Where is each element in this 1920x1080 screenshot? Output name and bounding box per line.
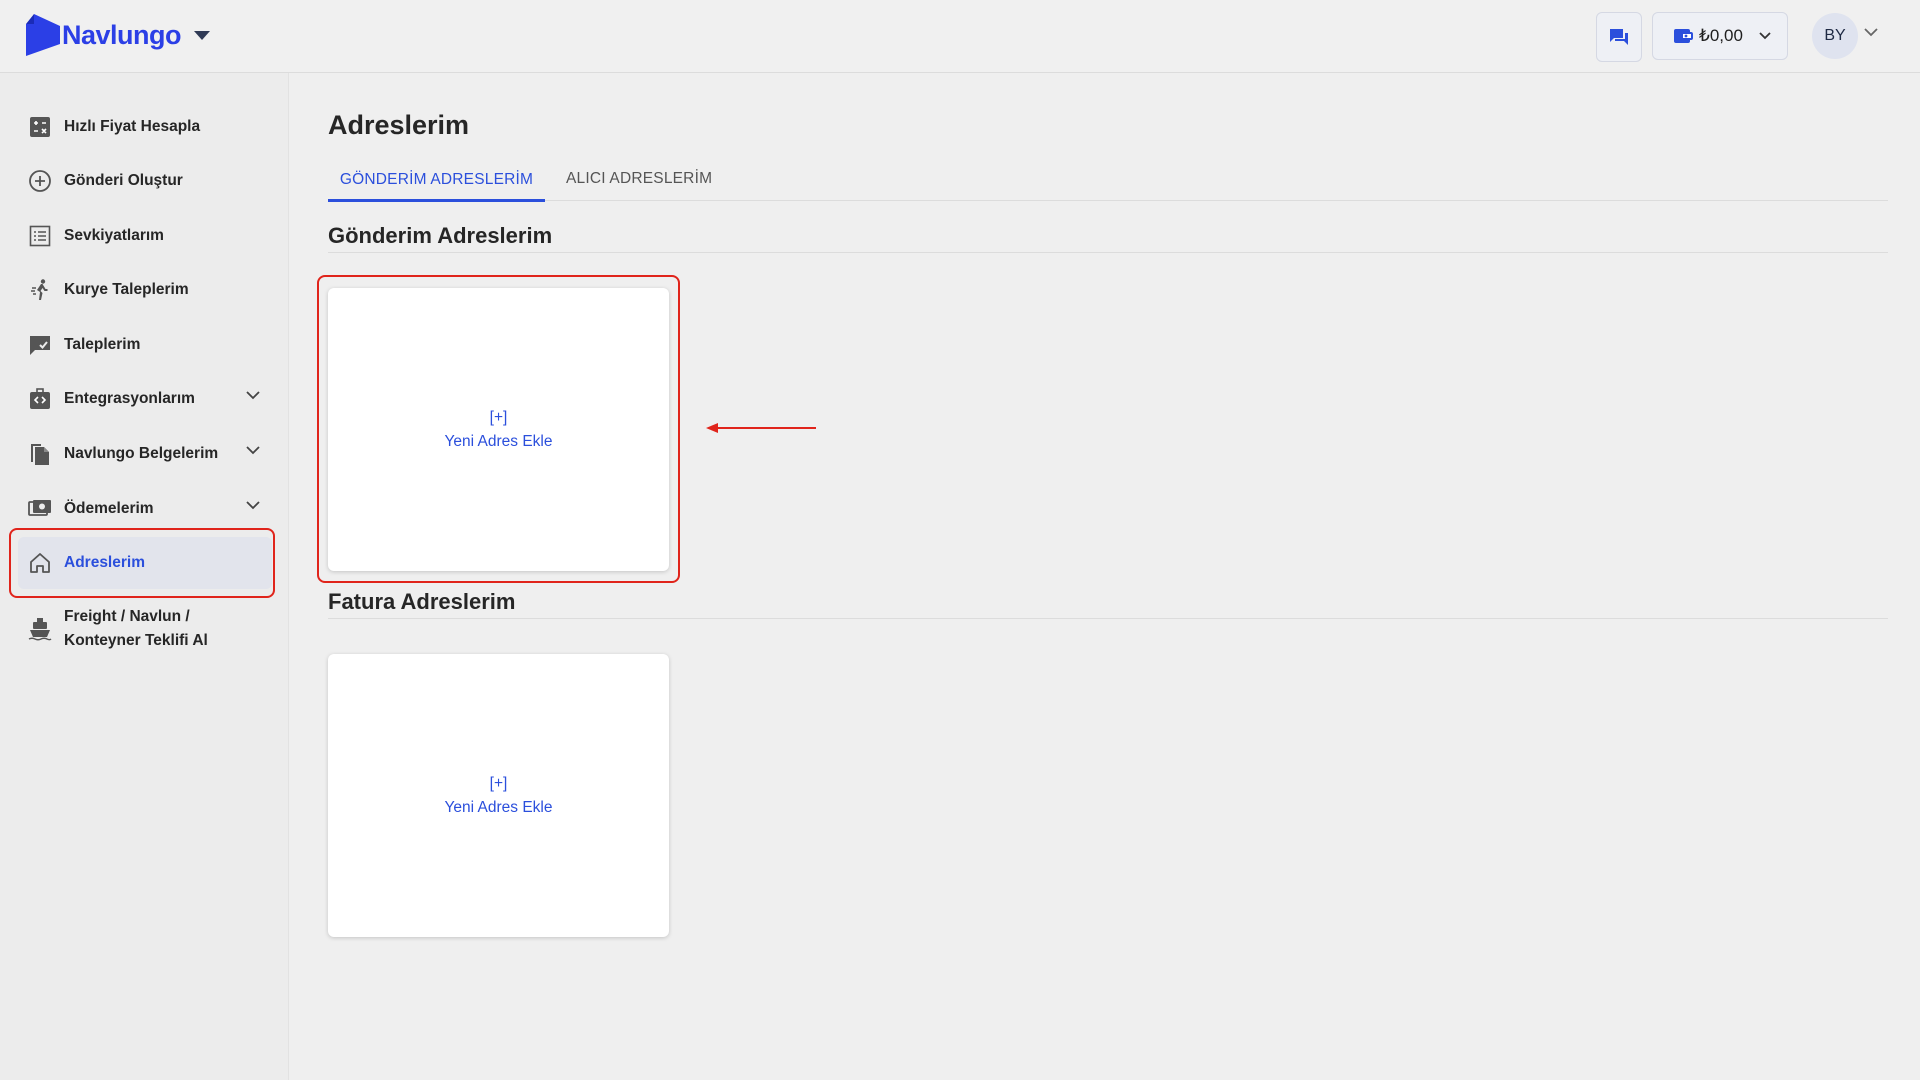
address-tabs: GÖNDERİM ADRESLERİM ALICI ADRESLERİM [328,160,1888,202]
sidebar-item-taleplerim[interactable]: Taleplerim [18,319,272,371]
integration-icon [30,388,50,409]
sidebar-item-label-line1: Freight / Navlun / [64,608,190,625]
wallet-amount: ₺0,00 [1699,26,1743,45]
sidebar-item-label-line2: Konteyner Teklifi Al [64,632,208,649]
tab-alici-adreslerim[interactable]: ALICI ADRESLERİM [566,160,712,198]
chevron-down-icon [246,391,260,400]
add-billing-address-card[interactable]: [+] Yeni Adres Ekle [328,654,669,937]
add-address-label: Yeni Adres Ekle [444,798,553,816]
chevron-down-icon [246,446,260,455]
sidebar-item-label: Ödemelerim [64,500,154,517]
navlungo-logo-icon [26,14,60,56]
sidebar-item-label: Taleplerim [64,336,141,353]
user-menu-chevron-icon[interactable] [1864,28,1878,37]
sidebar-item-label: Freight / Navlun / Konteyner Teklifi Al [64,605,208,653]
sidebar-item-label: Navlungo Belgelerim [64,445,219,462]
wallet-balance-button[interactable]: ₺0,00 [1652,12,1788,60]
section-divider [328,252,1888,253]
sidebar-item-gonderi-olustur[interactable]: Gönderi Oluştur [18,155,272,207]
wallet-icon [1674,29,1693,43]
sidebar-item-label: Gönderi Oluştur [64,172,183,189]
chevron-down-icon [1759,32,1771,40]
caret-down-icon[interactable] [193,29,211,41]
chevron-down-icon [246,501,260,510]
sidebar-item-freight-teklif[interactable]: Freight / Navlun / Konteyner Teklifi Al [18,600,272,658]
sidebar-item-entegrasyonlarim[interactable]: Entegrasyonlarım [18,373,272,425]
section-title-gonderim: Gönderim Adreslerim [328,223,553,248]
brand-name: Navlungo [62,19,182,50]
list-icon [29,225,51,247]
sidebar-item-sevkiyatlarim[interactable]: Sevkiyatlarım [18,210,272,262]
courier-icon [31,279,48,300]
card-highlight-annotation [317,275,680,583]
sidebar-item-kurye-taleplerim[interactable]: Kurye Taleplerim [18,264,272,316]
add-plus-label: [+] [489,774,508,792]
chat-icon [1610,29,1628,45]
sidebar-item-hizli-fiyat[interactable]: Hızlı Fiyat Hesapla [18,101,272,153]
section-divider [328,618,1888,619]
sidebar-item-label: Entegrasyonlarım [64,390,195,407]
sidebar-highlight-annotation [9,528,275,598]
tab-gonderim-adreslerim[interactable]: GÖNDERİM ADRESLERİM [328,160,545,202]
sidebar-item-navlungo-belgelerim[interactable]: Navlungo Belgelerim [18,428,272,480]
sidebar-item-label: Sevkiyatlarım [64,227,164,244]
sidebar-item-label: Hızlı Fiyat Hesapla [64,118,201,135]
annotation-arrow-icon [706,423,816,433]
request-icon [30,336,50,355]
payments-icon [28,500,51,516]
sidebar-item-label: Kurye Taleplerim [64,281,189,298]
page-title: Adreslerim [328,110,470,140]
calculator-icon [30,117,50,137]
chat-button[interactable] [1596,12,1642,62]
section-title-fatura: Fatura Adreslerim [328,589,516,614]
brand-logo[interactable]: Navlungo [26,14,211,56]
plus-circle-icon [29,170,51,192]
user-avatar[interactable]: BY [1812,13,1858,59]
top-bar: Navlungo ₺0,00 BY [0,0,1920,73]
ship-icon [28,618,52,641]
documents-icon [31,444,49,465]
